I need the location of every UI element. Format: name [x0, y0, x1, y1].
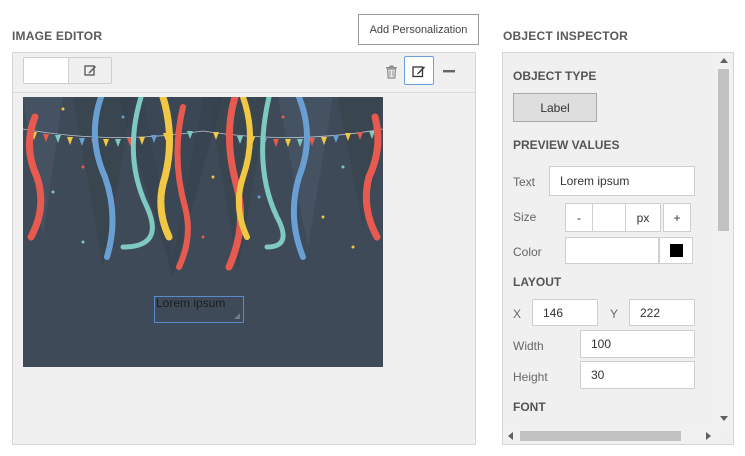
size-label: Size — [513, 210, 537, 224]
color-input[interactable] — [565, 237, 659, 264]
edit-icon — [84, 65, 96, 76]
scroll-right-arrow[interactable] — [706, 432, 711, 440]
object-type-heading: OBJECT TYPE — [513, 69, 597, 83]
size-input[interactable] — [592, 203, 626, 232]
layout-heading: LAYOUT — [513, 275, 562, 289]
view-toggle-edit[interactable] — [69, 58, 111, 83]
image-editor-panel: Lorem ipsum — [12, 52, 476, 445]
party-background-image — [23, 97, 383, 367]
size-increase-button[interactable]: + — [663, 203, 691, 232]
object-inspector-panel: OBJECT TYPE Label PREVIEW VALUES Text Lo… — [502, 52, 734, 445]
label-object[interactable]: Lorem ipsum — [154, 296, 244, 323]
image-canvas[interactable]: Lorem ipsum — [23, 97, 383, 367]
height-label: Height — [513, 370, 548, 384]
width-label: Width — [513, 339, 544, 353]
text-input[interactable]: Lorem ipsum — [549, 166, 695, 196]
minimize-icon — [443, 69, 455, 72]
view-toggle[interactable] — [23, 57, 112, 84]
view-toggle-blank[interactable] — [24, 58, 69, 83]
scroll-up-arrow[interactable] — [720, 58, 728, 63]
size-decrease-button[interactable]: - — [565, 203, 593, 232]
edit-icon — [412, 65, 425, 77]
y-label: Y — [610, 307, 619, 321]
x-input[interactable]: 146 — [532, 299, 598, 326]
add-personalization-button[interactable] — [404, 56, 434, 85]
y-input[interactable]: 222 — [629, 299, 695, 326]
label-type-button[interactable]: Label — [513, 93, 597, 122]
delete-button[interactable] — [376, 57, 406, 86]
color-label: Color — [513, 245, 542, 259]
inspector-vertical-scrollbar[interactable] — [715, 53, 732, 426]
x-label: X — [513, 307, 522, 321]
text-label: Text — [513, 175, 536, 189]
color-swatch — [669, 244, 683, 257]
color-picker-button[interactable] — [659, 237, 693, 264]
font-heading: FONT — [513, 400, 546, 414]
editor-toolbar — [13, 53, 475, 93]
trash-icon — [385, 65, 397, 79]
label-object-text: Lorem ipsum — [156, 296, 226, 310]
scroll-down-arrow[interactable] — [720, 416, 728, 421]
horizontal-scroll-thumb[interactable] — [520, 431, 681, 441]
size-unit-label: px — [625, 203, 661, 232]
minimize-button[interactable] — [434, 56, 464, 85]
object-inspector-title: OBJECT INSPECTOR — [503, 29, 628, 43]
image-editor-title: IMAGE EDITOR — [12, 29, 103, 43]
width-input[interactable]: 100 — [580, 330, 695, 358]
vertical-scroll-thumb[interactable] — [718, 69, 729, 231]
preview-values-heading: PREVIEW VALUES — [513, 138, 620, 152]
inspector-horizontal-scrollbar[interactable] — [503, 428, 717, 444]
height-input[interactable]: 30 — [580, 361, 695, 389]
scroll-left-arrow[interactable] — [508, 432, 513, 440]
resize-handle[interactable] — [234, 313, 240, 319]
add-personalization-tooltip: Add Personalization — [358, 14, 479, 45]
